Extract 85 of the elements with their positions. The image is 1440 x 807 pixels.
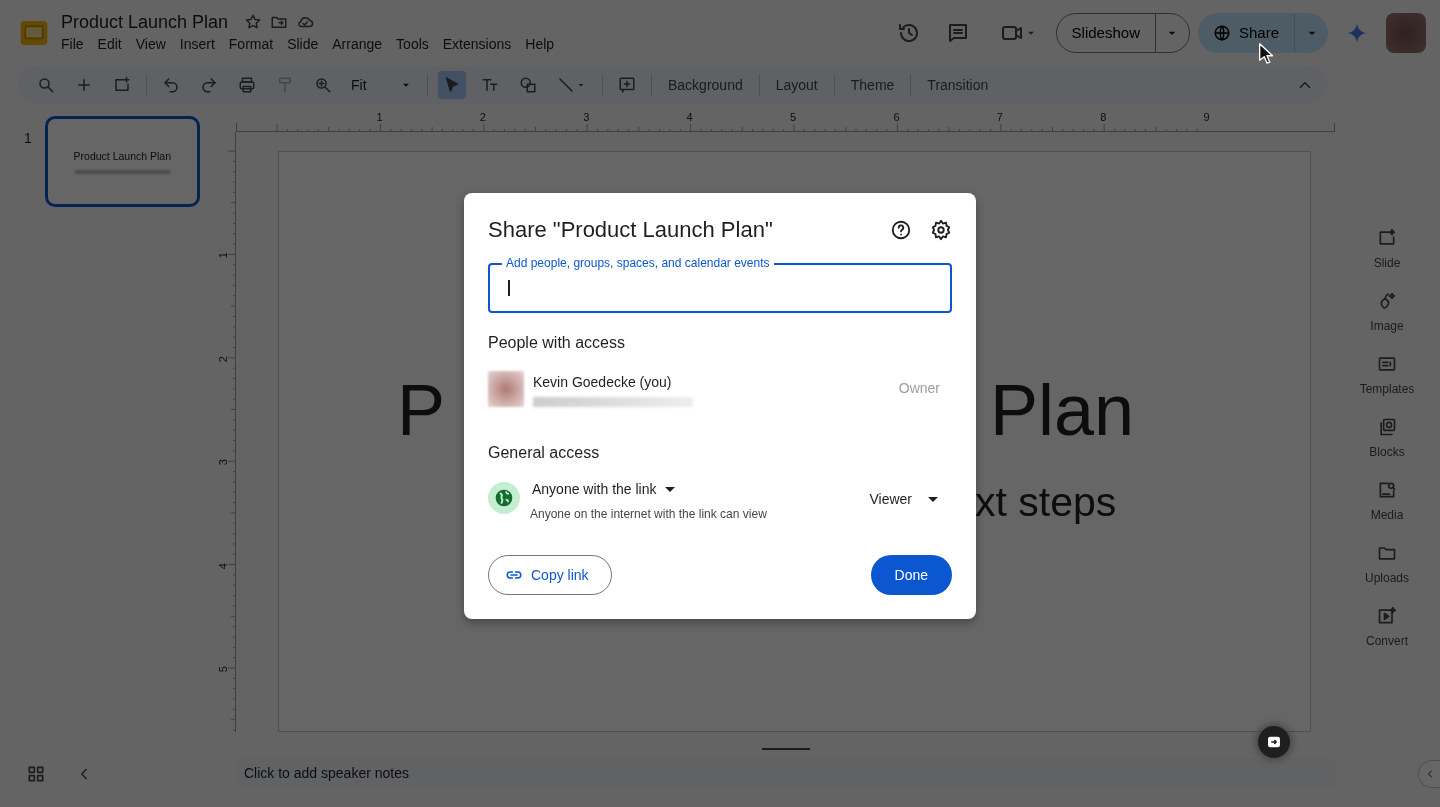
ruler-label: 1 <box>376 110 383 125</box>
stacked-image-icon <box>1377 417 1397 437</box>
ruler-label: 9 <box>1203 110 1210 125</box>
ruler-label: 4 <box>215 562 230 569</box>
add-comment-icon <box>618 76 636 94</box>
side-panel-item[interactable]: Templates <box>1359 354 1415 398</box>
caret-icon <box>928 497 938 502</box>
pointer-icon <box>443 76 461 94</box>
menu-item[interactable]: File <box>61 32 91 56</box>
toolbar-button[interactable]: Transition <box>921 72 995 98</box>
zoom-dropdown[interactable]: Fit <box>347 74 417 96</box>
globe-icon <box>1212 24 1231 42</box>
slide-title: P <box>397 374 446 446</box>
slide-number: 1 <box>24 129 32 148</box>
line-icon <box>557 76 575 94</box>
grid-view-icon[interactable] <box>26 764 46 784</box>
print-icon <box>238 76 256 94</box>
side-panel-item[interactable]: Image <box>1370 291 1404 335</box>
slide-title: Plan <box>990 374 1135 446</box>
side-panel-item[interactable]: Convert <box>1366 606 1408 650</box>
access-scope-dropdown[interactable]: Anyone with the link <box>530 479 677 500</box>
menu-item[interactable]: Slide <box>280 32 326 56</box>
resize-handle[interactable] <box>762 748 810 750</box>
ruler-label: 5 <box>215 666 230 673</box>
slide-subtitle: xt steps <box>975 482 1117 523</box>
menu-item[interactable]: Arrange <box>325 32 390 56</box>
zoom-icon <box>314 76 332 94</box>
play-slide-icon <box>1377 606 1397 626</box>
role-dropdown[interactable]: Viewer <box>869 489 938 510</box>
ruler-label: 8 <box>1100 110 1107 125</box>
side-panel-item[interactable]: Uploads <box>1365 543 1409 587</box>
document-title[interactable]: Product Launch Plan <box>61 10 229 33</box>
access-description: Anyone on the internet with the link can view <box>530 506 768 523</box>
toolbar-button[interactable]: Background <box>662 72 749 98</box>
search-icon <box>37 76 55 94</box>
toolbar-button[interactable]: Theme <box>844 72 901 98</box>
thumbnail-title: Product Launch Plan <box>73 149 172 165</box>
layout-icon <box>1377 354 1397 374</box>
slide-thumbnail[interactable]: Product Launch Plan <box>44 116 200 207</box>
caret-icon <box>664 487 675 492</box>
new-slide-icon <box>113 76 131 94</box>
settings-icon[interactable] <box>930 219 952 241</box>
history-icon[interactable] <box>896 21 921 45</box>
menu-item[interactable]: Tools <box>389 32 436 56</box>
menu-item[interactable]: Insert <box>172 32 222 56</box>
speaker-notes-area[interactable]: Click to add speaker notes <box>236 758 1336 788</box>
floating-action-button[interactable] <box>1258 726 1290 758</box>
ruler-label: 2 <box>215 356 230 363</box>
menu-item[interactable]: Edit <box>90 32 129 56</box>
ruler-label: 4 <box>686 110 693 125</box>
section-heading: General access <box>488 443 601 463</box>
ruler-label: 5 <box>790 110 797 125</box>
menu-item[interactable]: Extensions <box>435 32 519 56</box>
side-panel-item[interactable]: Media <box>1370 480 1404 524</box>
ruler-label: 6 <box>893 110 900 125</box>
side-panel-item[interactable]: Slide <box>1373 228 1401 272</box>
side-panel-item[interactable]: Blocks <box>1369 417 1405 461</box>
section-heading: People with access <box>488 333 626 353</box>
menu-item[interactable]: View <box>128 32 173 56</box>
redo-icon <box>200 76 218 94</box>
image-search-icon <box>1377 480 1397 500</box>
globe-icon <box>488 482 520 514</box>
add-icon <box>75 76 93 94</box>
shapes-icon <box>519 76 537 94</box>
menu-item[interactable]: Format <box>221 32 281 56</box>
help-icon[interactable] <box>890 219 912 241</box>
menu-item[interactable]: Help <box>518 32 562 56</box>
ruler-label: 1 <box>215 252 230 259</box>
text-box-icon <box>481 76 499 94</box>
ruler-label: 2 <box>479 110 486 125</box>
new-slide-icon <box>1377 228 1397 248</box>
done-button[interactable]: Done <box>870 555 952 595</box>
pointer-button[interactable] <box>438 71 466 99</box>
ruler-label: 7 <box>996 110 1003 125</box>
undo-icon <box>162 76 180 94</box>
ruler-label: 3 <box>583 110 590 125</box>
dialog-title: Share "Product Launch Plan" <box>488 216 774 244</box>
person-avatar <box>488 371 524 407</box>
star-icon[interactable] <box>244 12 263 31</box>
account-avatar[interactable] <box>1386 13 1426 53</box>
ruler-label: 3 <box>215 459 230 466</box>
role-label: Owner <box>898 378 940 398</box>
copy-link-button[interactable]: Copy link <box>488 555 612 595</box>
person-name: Kevin Goedecke (you) <box>533 372 673 392</box>
toolbar-button[interactable]: Layout <box>769 72 824 98</box>
